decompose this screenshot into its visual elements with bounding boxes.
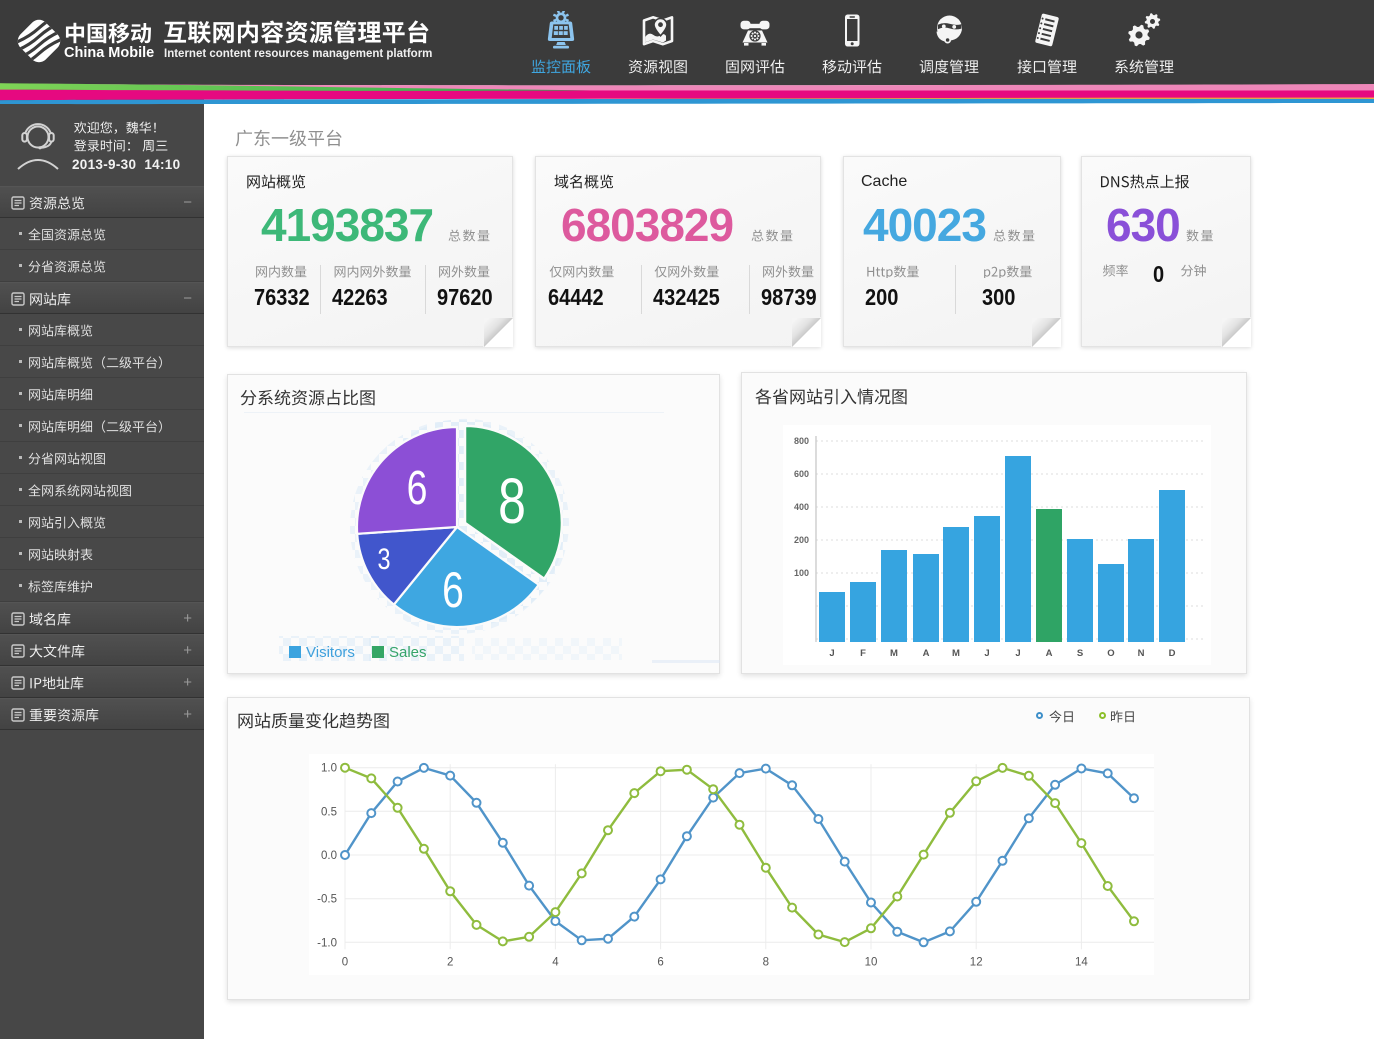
svg-text:M: M — [952, 648, 960, 659]
svg-text:14: 14 — [1075, 956, 1088, 968]
svg-text:3: 3 — [377, 542, 390, 575]
svg-text:J: J — [1015, 648, 1020, 659]
svg-text:-0.5: -0.5 — [317, 894, 337, 906]
svg-text:6: 6 — [407, 462, 428, 516]
svg-text:6: 6 — [657, 956, 663, 968]
svg-text:8: 8 — [763, 956, 769, 968]
svg-text:10: 10 — [865, 956, 878, 968]
svg-text:1.0: 1.0 — [321, 763, 337, 775]
svg-text:F: F — [860, 648, 866, 659]
svg-text:0: 0 — [342, 956, 348, 968]
svg-text:6: 6 — [442, 561, 464, 618]
svg-text:J: J — [829, 648, 834, 659]
svg-text:O: O — [1107, 648, 1114, 659]
svg-text:M: M — [890, 648, 898, 659]
svg-text:8: 8 — [498, 466, 526, 537]
svg-text:200: 200 — [794, 535, 809, 545]
svg-text:A: A — [1046, 648, 1053, 659]
svg-text:A: A — [923, 648, 930, 659]
svg-text:800: 800 — [794, 436, 809, 446]
svg-text:100: 100 — [794, 568, 809, 578]
svg-text:-1.0: -1.0 — [317, 937, 337, 949]
svg-text:0.0: 0.0 — [321, 850, 337, 862]
svg-text:2: 2 — [447, 956, 453, 968]
svg-text:J: J — [984, 648, 989, 659]
svg-text:400: 400 — [794, 502, 809, 512]
svg-text:N: N — [1138, 648, 1145, 659]
svg-text:4: 4 — [552, 956, 559, 968]
svg-text:600: 600 — [794, 469, 809, 479]
svg-text:S: S — [1077, 648, 1083, 659]
svg-text:D: D — [1169, 648, 1176, 659]
svg-text:12: 12 — [970, 956, 983, 968]
svg-text:0.5: 0.5 — [321, 806, 337, 818]
